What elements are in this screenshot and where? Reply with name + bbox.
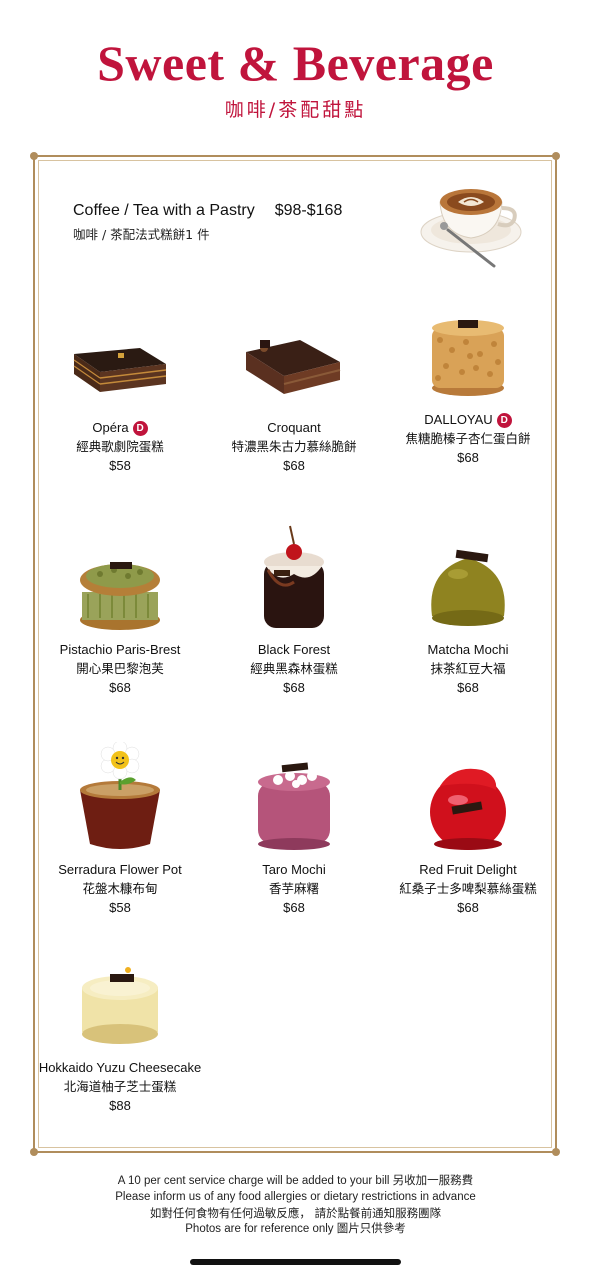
item-name: DALLOYAU [424,412,493,427]
menu-item-black-forest[interactable]: Black Forest 經典黑森林蛋糕 $68 [204,522,384,697]
item-name: Serradura Flower Pot [58,862,182,877]
latte-cup-icon [420,189,522,268]
frame-corner-ornament [30,152,38,160]
item-price: $88 [109,1098,131,1113]
item-name: Red Fruit Delight [419,862,517,877]
item-name-cn: 北海道柚子芝士蛋糕 [63,1079,177,1094]
menu-item-red-fruit-delight[interactable]: Red Fruit Delight 紅桑子士多啤梨慕絲蛋糕 $68 [378,760,558,917]
flower-pot-image [80,742,160,849]
item-name-cn: 特濃黑朱古力慕絲脆餅 [231,439,357,454]
menu-item-pistachio-paris-brest[interactable]: Pistachio Paris-Brest 開心果巴黎泡芙 $68 [30,540,210,697]
item-price: $68 [457,450,479,465]
taro-mochi-image [258,762,330,850]
item-price: $58 [109,900,131,915]
page-title: Sweet & Beverage [97,35,494,91]
combo-name-cn: 咖啡 / 茶配法式糕餅1 件 [73,227,210,242]
black-forest-cake-image [264,525,324,628]
paris-brest-image [80,562,160,630]
allergy-note: Please inform us of any food allergies o… [115,1191,476,1203]
combo-name: Coffee / Tea with a Pastry [73,202,255,219]
item-price: $58 [109,458,131,473]
dalloyau-badge: D [496,413,512,428]
item-name-cn: 花盤木糠布甸 [82,881,158,896]
item-name: Hokkaido Yuzu Cheesecake [38,1060,202,1075]
item-name-cn: 經典歌劇院蛋糕 [76,439,164,454]
red-fruit-cake-image [430,768,506,850]
item-price: $68 [283,900,305,915]
croquant-cake-image [246,340,341,394]
item-name: Taro Mochi [262,862,326,877]
menu-item-dalloyau[interactable]: DALLOYAU D 焦糖脆榛子杏仁蛋白餅 $68 [378,310,558,467]
item-name-cn: 抹茶紅豆大福 [430,661,506,676]
item-price: $68 [283,458,305,473]
combo-offer[interactable]: Coffee / Tea with a Pastry $98-$168 咖啡 / … [73,202,342,243]
frame-corner-ornament [552,1148,560,1156]
menu-item-taro-mochi[interactable]: Taro Mochi 香芋麻糬 $68 [204,760,384,917]
frame-corner-ornament [552,152,560,160]
page-subtitle: 咖啡/茶配甜點 [224,99,367,121]
item-name-cn: 香芋麻糬 [268,881,319,896]
item-name: Croquant [267,420,321,435]
item-name-cn: 紅桑子士多啤梨慕絲蛋糕 [399,881,537,896]
item-name-cn: 焦糖脆榛子杏仁蛋白餅 [405,431,531,446]
combo-price: $98-$168 [274,202,343,219]
item-price: $68 [109,680,131,695]
item-price: $68 [283,680,305,695]
frame-corner-ornament [30,1148,38,1156]
yuzu-cheesecake-image [82,967,158,1044]
item-name-cn: 開心果巴黎泡芙 [76,661,164,676]
item-name-cn: 經典黑森林蛋糕 [250,661,338,676]
dalloyau-badge: D [132,421,148,436]
opera-cake-image [73,348,167,392]
dalloyau-cake-image [432,320,504,396]
menu-item-croquant[interactable]: Croquant 特濃黑朱古力慕絲脆餅 $68 [204,318,384,475]
item-name: Opéra [92,420,129,435]
item-name: Black Forest [257,642,331,657]
item-price: $68 [457,900,479,915]
allergy-note-cn: 如對任何食物有任何過敏反應， 請於點餐前通知服務團隊 [149,1206,442,1220]
menu-item-serradura-flower-pot[interactable]: Serradura Flower Pot 花盤木糠布甸 $58 [30,742,210,917]
item-name: Matcha Mochi [427,642,509,657]
menu-item-hokkaido-yuzu-cheesecake[interactable]: Hokkaido Yuzu Cheesecake 北海道柚子芝士蛋糕 $88 [30,958,210,1115]
menu-footer: A 10 per cent service charge will be add… [0,1173,591,1237]
matcha-mochi-image [431,549,505,626]
home-indicator[interactable] [190,1259,401,1265]
menu-item-opera[interactable]: Opéra D 經典歌劇院蛋糕 $58 [30,318,210,475]
menu-item-matcha-mochi[interactable]: Matcha Mochi 抹茶紅豆大福 $68 [378,540,558,697]
service-charge-note: A 10 per cent service charge will be add… [117,1175,474,1187]
item-name: Pistachio Paris-Brest [59,642,181,657]
item-price: $68 [457,680,479,695]
photo-disclaimer: Photos are for reference only 圖片只供參考 [185,1223,406,1235]
